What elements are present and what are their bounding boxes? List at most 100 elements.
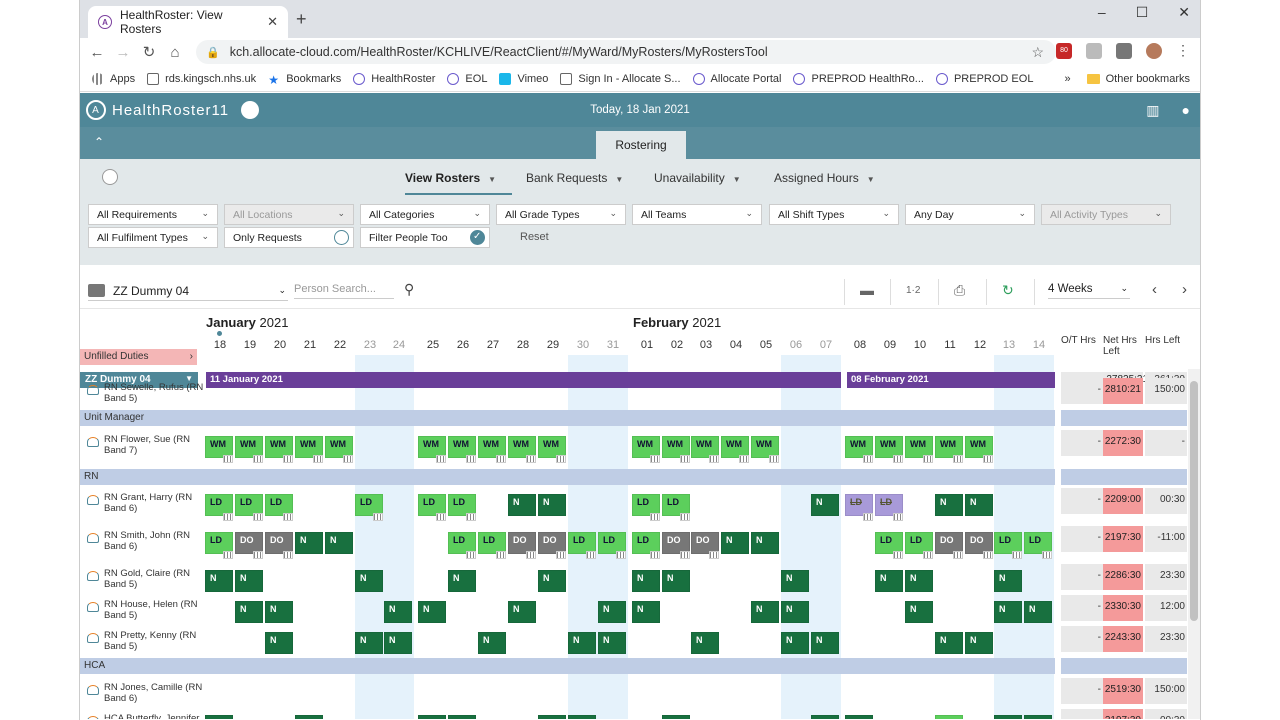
shift-block[interactable]: WM [205,436,233,463]
toggle-off-icon[interactable] [334,230,349,245]
shift-block[interactable]: N [632,570,660,592]
print-icon[interactable]: ⎙ [954,282,965,299]
shift-block[interactable]: LD [355,494,383,521]
bookmark-bookmarks[interactable]: ★ Bookmarks [268,73,341,87]
shift-block[interactable]: N [935,494,963,516]
new-tab-icon[interactable]: + [296,9,307,30]
shift-block[interactable]: N [598,632,626,654]
shift-block[interactable]: DO [965,532,993,559]
staff-name[interactable]: RN Jones, Camille (RN Band 6) [84,682,204,704]
day-header[interactable]: 08 [845,339,875,351]
extension-badge-icon[interactable]: 80 [1056,42,1072,59]
shift-block[interactable]: LD [632,494,660,521]
shift-block[interactable]: N [751,532,779,554]
shift-block[interactable]: LD [478,532,506,559]
shift-block[interactable]: WM [632,436,660,463]
shift-block[interactable]: N [994,715,1022,719]
shift-block[interactable]: N [1024,601,1052,623]
shift-block[interactable]: N [994,570,1022,592]
shift-block[interactable]: N [265,601,293,623]
shift-block[interactable]: WM [662,436,690,463]
compare-icon[interactable]: 1·2 [906,285,920,296]
home-icon[interactable]: ⌂ [162,44,188,61]
menu-assigned-hours[interactable]: Assigned Hours ▼ [774,171,875,185]
shift-block[interactable]: DO [691,532,719,559]
shift-block[interactable]: N [598,601,626,623]
user-icon[interactable]: ● [1182,102,1190,119]
shift-block[interactable]: N [355,632,383,654]
shift-block[interactable]: N [662,570,690,592]
shift-block[interactable]: N [691,632,719,654]
shift-block[interactable]: N [205,715,233,719]
shift-block[interactable]: WM [325,436,353,463]
shift-block[interactable]: N [568,715,596,719]
browser-menu-icon[interactable]: ⋮ [1176,42,1190,59]
reset-button[interactable]: Reset [520,231,549,243]
shift-block[interactable]: DO [265,532,293,559]
day-header[interactable]: 24 [384,339,414,351]
shift-block[interactable]: LD [568,532,596,559]
staff-name[interactable]: HCA Butterfly, Jennifer [84,713,204,719]
shift-block[interactable]: N [781,601,809,623]
day-header[interactable]: 12 [965,339,995,351]
scrollbar[interactable] [1188,369,1200,719]
staff-name[interactable]: RN Grant, Harry (RN Band 6) [84,492,204,514]
shift-block[interactable]: WM [478,436,506,463]
day-header[interactable]: 02 [662,339,692,351]
day-header[interactable]: 06 [781,339,811,351]
shift-block[interactable]: N [905,570,933,592]
shift-block[interactable]: N [538,570,566,592]
period-select[interactable]: 4 Weeks ⌄ [1048,283,1130,299]
shift-block[interactable]: N [721,532,749,554]
shift-block[interactable]: N [295,532,323,554]
hide-photos-icon[interactable]: ▬ [860,282,874,298]
close-tab-icon[interactable]: ✕ [267,14,278,30]
toggle-only-requests[interactable]: Only Requests [224,227,354,248]
bookmark-preprod-hr[interactable]: PREPROD HealthRo... [793,72,924,85]
shift-block[interactable]: N [508,601,536,623]
menu-unavailability[interactable]: Unavailability ▼ [654,171,741,185]
shift-block[interactable]: N [384,632,412,654]
collapse-chevron-icon[interactable]: ⌃ [94,135,104,149]
other-bookmarks[interactable]: Other bookmarks [1086,73,1190,85]
shift-block[interactable]: WM [845,436,873,463]
filter-shift-types[interactable]: All Shift Types ⌄ [769,204,899,225]
shift-block[interactable]: LD [265,494,293,521]
shift-block[interactable]: N [568,632,596,654]
shift-block[interactable]: WM [508,436,536,463]
shift-block[interactable]: LD [875,494,903,521]
reload-icon[interactable]: ↻ [136,43,162,61]
bookmark-star-icon[interactable]: ☆ [1031,44,1044,61]
filter-teams[interactable]: All Teams ⌄ [632,204,762,225]
shift-block[interactable]: LD [875,532,903,559]
shift-block[interactable]: N [448,715,476,719]
back-icon[interactable]: ← [84,44,110,61]
shift-block[interactable]: N [235,601,263,623]
day-header[interactable]: 10 [905,339,935,351]
shift-block[interactable]: N [875,570,903,592]
toggle-filter-people[interactable]: Filter People Too [360,227,490,248]
shift-block[interactable]: LD [235,494,263,521]
staff-name[interactable]: RN Gold, Claire (RN Band 5) [84,568,204,590]
shift-block[interactable]: WM [875,436,903,463]
shift-block[interactable]: N [781,570,809,592]
shift-block[interactable]: N [632,601,660,623]
shift-block[interactable]: N [662,715,690,719]
shift-block[interactable]: N [448,570,476,592]
day-header[interactable]: 28 [508,339,538,351]
shift-block[interactable]: LD [418,494,446,521]
maximize-icon[interactable]: ☐ [1136,4,1149,21]
shift-block[interactable]: WM [538,436,566,463]
shift-block[interactable]: N [205,570,233,592]
shift-block[interactable]: LD [598,532,626,559]
tab-rostering[interactable]: Rostering [596,131,686,159]
day-header[interactable]: 22 [325,339,355,351]
scrollbar-thumb[interactable] [1190,381,1198,621]
shift-block[interactable]: WM [265,436,293,463]
shift-block[interactable]: N [1024,715,1052,719]
day-header[interactable]: 01 [632,339,662,351]
day-header[interactable]: 31 [598,339,628,351]
day-header[interactable]: 19 [235,339,265,351]
day-header[interactable]: 03 [691,339,721,351]
shift-block[interactable]: WM [295,436,323,463]
